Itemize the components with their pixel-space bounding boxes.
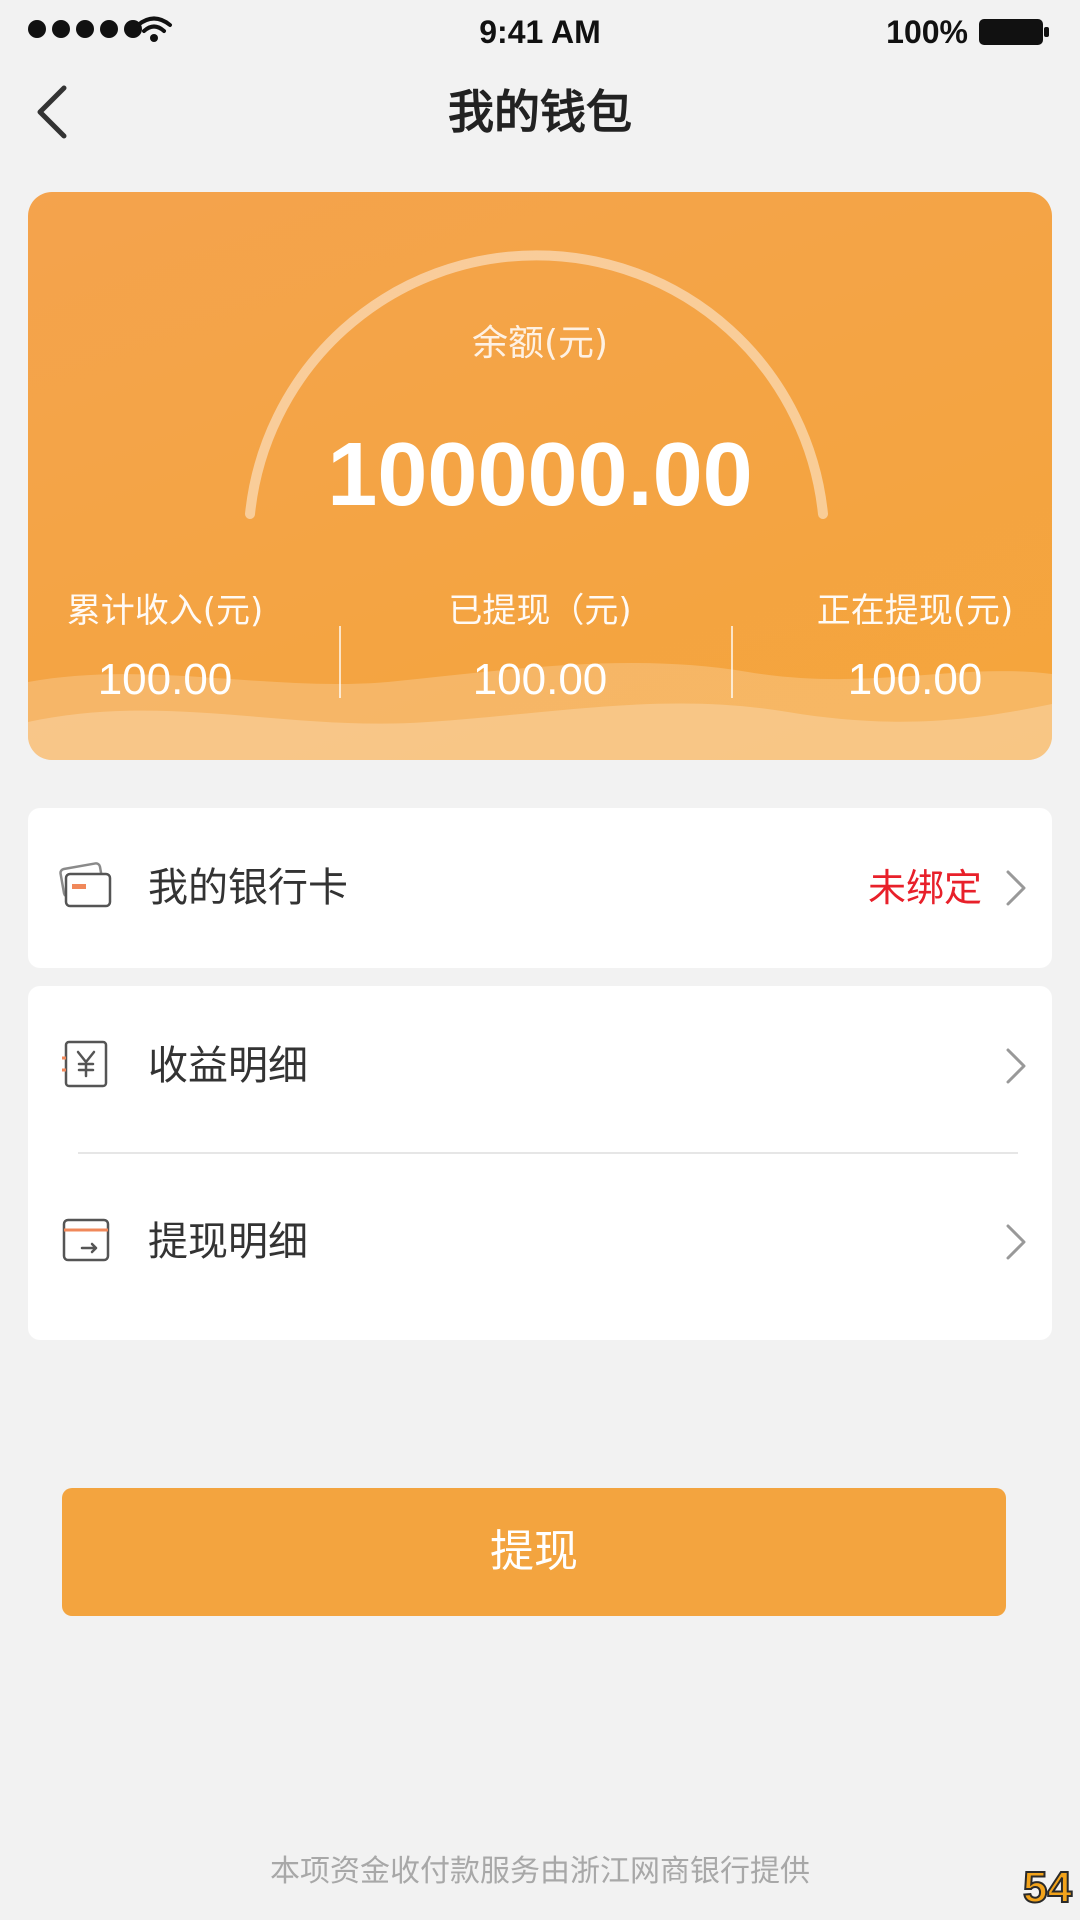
bind-status-badge: 未绑定 [867, 866, 982, 910]
chevron-right-icon [1006, 1048, 1026, 1084]
chevron-right-icon [1006, 1224, 1026, 1260]
row-divider [78, 1152, 1018, 1154]
stat-label: 已提现（元) [448, 591, 632, 631]
menu-item-label: 收益明细 [148, 1043, 308, 1089]
battery-percent: 100% [886, 14, 968, 50]
page-title: 我的钱包 [448, 85, 632, 139]
details-section: 收益明细 提现明细 [28, 986, 1052, 1340]
footer-note: 本项资金收付款服务由浙江网商银行提供 [270, 1854, 810, 1889]
stat-label: 正在提现(元) [816, 591, 1014, 631]
stat-value: 100.00 [472, 655, 608, 704]
battery-icon [979, 19, 1049, 45]
yuan-icon [62, 1040, 108, 1088]
watermark-logo: 54 [1022, 1863, 1073, 1913]
withdraw-button[interactable]: 提现 [62, 1488, 1006, 1616]
menu-item-label: 提现明细 [148, 1219, 308, 1265]
stat-total-income: 累计收入(元) 100.00 [0, 588, 330, 708]
status-bar: 9:41 AM 100% [0, 0, 1080, 62]
menu-item-income-detail[interactable]: 收益明细 [28, 986, 1052, 1146]
stat-value: 100.00 [97, 655, 233, 704]
stat-divider [731, 626, 733, 698]
navigation-bar: 我的钱包 [0, 62, 1080, 162]
bank-card-section: 我的银行卡 未绑定 [28, 808, 1052, 968]
withdraw-icon [62, 1218, 110, 1262]
stat-label: 累计收入(元) [66, 591, 264, 631]
bank-card-icon [59, 862, 112, 908]
chevron-right-icon [1006, 870, 1026, 906]
stat-withdrawing: 正在提现(元) 100.00 [750, 588, 1080, 708]
balance-label: 余额(元) [471, 323, 609, 364]
menu-item-label: 我的银行卡 [148, 865, 348, 911]
stat-divider [339, 626, 341, 698]
balance-amount: 100000.00 [327, 425, 753, 525]
menu-item-withdraw-detail[interactable]: 提现明细 [28, 1162, 1052, 1322]
stat-value: 100.00 [847, 655, 983, 704]
stat-withdrawn: 已提现（元) 100.00 [375, 588, 705, 708]
menu-item-bank-card[interactable]: 我的银行卡 未绑定 [28, 808, 1052, 968]
